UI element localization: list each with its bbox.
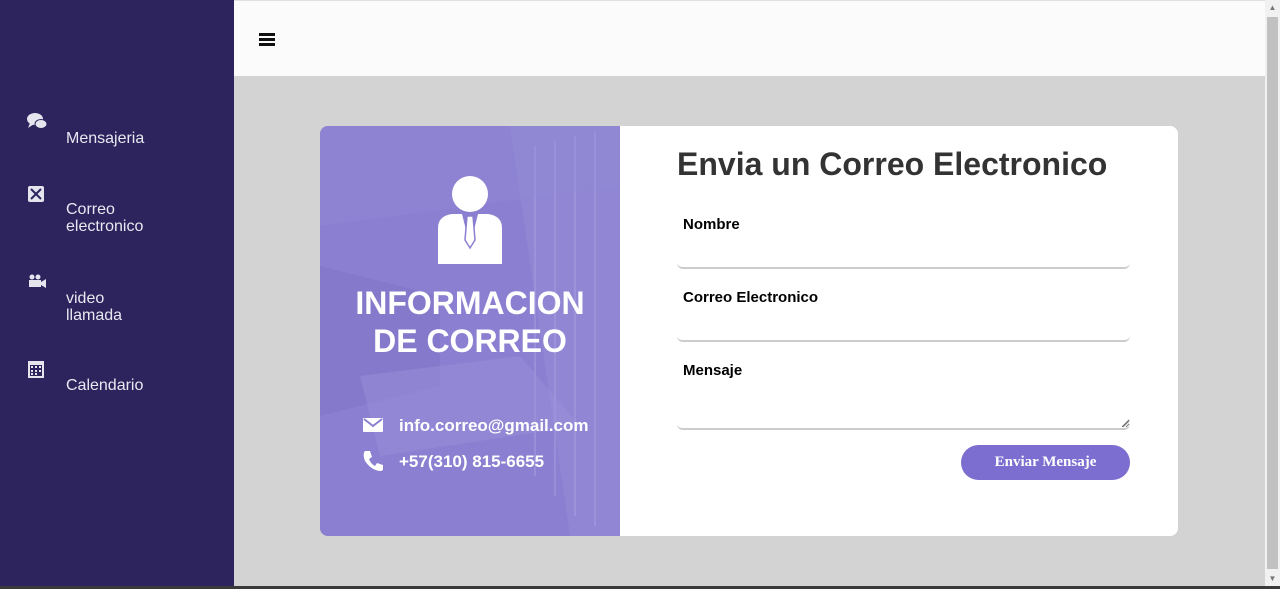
sidebar-item-label: Mensajeria	[66, 130, 145, 147]
envelope-icon	[363, 418, 383, 432]
chat-bubbles-icon	[27, 113, 47, 129]
scroll-thumb[interactable]	[1267, 17, 1278, 569]
vertical-scrollbar[interactable]: ▲ ▼	[1265, 0, 1280, 586]
envelope-box-icon	[28, 186, 44, 202]
calendar-icon	[28, 361, 44, 378]
send-message-button[interactable]: Enviar Mensaje	[961, 445, 1130, 480]
message-label: Mensaje	[683, 362, 743, 379]
hamburger-icon[interactable]	[259, 33, 275, 47]
info-title: INFORMACION DE CORREO	[355, 285, 585, 359]
sidebar-item-label: Calendario	[66, 377, 144, 394]
sidebar-item-label: video llamada	[66, 290, 123, 324]
video-camera-icon	[29, 274, 46, 288]
sidebar-item-videollamada[interactable]: video llamada	[0, 272, 234, 332]
sidebar: Mensajeria Correo electronico video llam…	[0, 0, 234, 586]
email-input[interactable]	[677, 311, 1130, 342]
name-label: Nombre	[683, 216, 740, 233]
sidebar-item-correo[interactable]: Correo electronico	[0, 185, 234, 245]
scroll-down-arrow-icon[interactable]: ▼	[1265, 571, 1280, 586]
businessman-icon	[438, 176, 502, 264]
sidebar-item-calendario[interactable]: Calendario	[0, 360, 234, 420]
scroll-up-arrow-icon[interactable]: ▲	[1265, 0, 1280, 15]
top-bar	[234, 0, 1265, 76]
phone-icon	[363, 451, 383, 471]
email-label: Correo Electronico	[683, 289, 819, 306]
sidebar-item-mensajeria[interactable]: Mensajeria	[0, 112, 234, 172]
info-panel: INFORMACION DE CORREO info.correo@gmail.…	[320, 126, 620, 536]
name-input[interactable]	[677, 238, 1130, 269]
resize-grip-icon[interactable]	[1122, 420, 1130, 428]
form-title: Envia un Correo Electronico	[677, 146, 1108, 182]
message-textarea[interactable]	[677, 384, 1130, 430]
contact-card: INFORMACION DE CORREO info.correo@gmail.…	[320, 126, 1178, 536]
sidebar-item-label: Correo electronico	[66, 201, 144, 235]
